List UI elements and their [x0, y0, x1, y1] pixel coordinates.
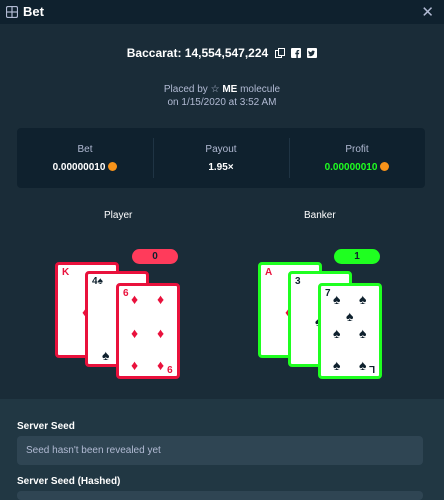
game-id-line: Baccarat: 14,554,547,224 [0, 45, 444, 63]
modal-header: Bet ✕ [0, 0, 444, 24]
card-rank: 7 [325, 288, 331, 299]
bet-label: Bet [77, 144, 93, 155]
modal-title: Bet [23, 4, 44, 19]
server-seed-label: Server Seed [17, 421, 75, 432]
payout-stat: Payout 1.95× [153, 128, 289, 188]
star-icon: ☆ [210, 84, 220, 95]
diamond-icon: ♦ [131, 357, 139, 373]
server-seed-field[interactable]: Seed hasn't been revealed yet [17, 436, 423, 465]
spade-icon: ♠ [359, 357, 367, 373]
spade-icon: ♠ [97, 276, 103, 287]
player-score-badge: 0 [132, 249, 178, 264]
diamond-icon: ♦ [157, 291, 165, 307]
bet-stat: Bet 0.00000010 [17, 128, 153, 188]
placed-by-prefix: Placed by [163, 84, 208, 95]
profit-label: Profit [345, 144, 369, 155]
card-rank: K [62, 267, 70, 278]
payout-label: Payout [205, 144, 237, 155]
bet-stats-panel: Bet 0.00000010 Payout 1.95× Profit 0.000… [17, 128, 425, 188]
game-id: Baccarat: 14,554,547,224 [126, 45, 269, 60]
card-rank: 3 [295, 276, 301, 287]
spade-icon: ♠ [359, 291, 367, 307]
bitcoin-icon [108, 161, 118, 171]
banker-label: Banker [304, 210, 336, 221]
diamond-icon: ♦ [157, 357, 165, 373]
bet-icon [6, 6, 18, 18]
card-rank-bottom: 9 [167, 363, 173, 374]
server-seed-hashed-field[interactable] [17, 491, 423, 500]
bet-date: on 1/15/2020 at 3:52 AM [167, 97, 277, 108]
facebook-icon[interactable] [290, 47, 301, 58]
playing-card: 6 ♦ ♦ ♦ ♦ ♦ ♦ 9 [116, 283, 180, 379]
spade-icon: ♠ [359, 325, 367, 341]
placed-by: Placed by ☆ ME molecule on 1/15/2020 at … [0, 83, 444, 109]
username[interactable]: molecule [240, 84, 280, 95]
spade-icon: ♠ [346, 308, 354, 324]
player-label: Player [104, 210, 133, 221]
bet-amount: 0.00000010 [52, 162, 106, 173]
spade-icon: ♠ [333, 291, 341, 307]
diamond-icon: ♦ [131, 325, 139, 341]
banker-score-badge: 1 [334, 249, 380, 264]
diamond-icon: ♦ [157, 325, 165, 341]
playing-card: 7 ♠ ♠ ♠ ♠ ♠ ♠ ♠ L [318, 283, 382, 379]
card-rank-bottom: L [368, 363, 375, 374]
server-seed-hashed-label: Server Seed (Hashed) [17, 476, 121, 487]
user-badge[interactable]: ME [222, 84, 237, 95]
diamond-icon: ♦ [131, 291, 139, 307]
spade-icon: ♠ [333, 325, 341, 341]
close-icon[interactable]: ✕ [421, 3, 434, 21]
payout-value: 1.95× [208, 162, 234, 173]
spade-icon: ♠ [102, 347, 110, 363]
spade-icon: ♠ [333, 357, 341, 373]
profit-stat: Profit 0.00000010 [289, 128, 425, 188]
bitcoin-icon [380, 161, 390, 171]
profit-amount: 0.00000010 [324, 162, 378, 173]
copy-icon[interactable] [274, 47, 285, 58]
card-rank: 6 [123, 288, 129, 299]
card-rank: A [265, 267, 273, 278]
twitter-icon[interactable] [307, 47, 318, 58]
